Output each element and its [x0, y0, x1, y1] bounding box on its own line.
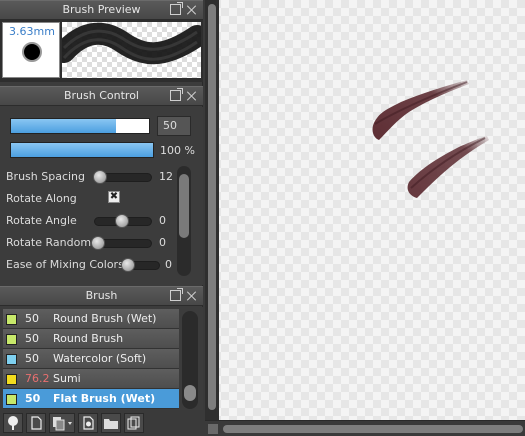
- brush-spacing-slider[interactable]: [93, 170, 152, 184]
- brush-properties-list: Brush Spacing 12 Rotate Along ✖ Rotate A…: [6, 166, 176, 274]
- copy-icon[interactable]: [124, 413, 144, 433]
- rotate-angle-slider[interactable]: [94, 214, 152, 228]
- float-panel-icon[interactable]: [170, 288, 183, 301]
- canvas-horizontal-scrollbar[interactable]: [205, 420, 525, 436]
- brush-spacing-label: Brush Spacing: [6, 170, 86, 183]
- folder-icon[interactable]: [101, 413, 121, 433]
- brush-list-item[interactable]: 50 Round Brush (Wet): [3, 309, 179, 329]
- scrollbar-thumb[interactable]: [208, 4, 216, 410]
- brush-list-item[interactable]: 50 Flat Brush (Wet): [3, 389, 179, 409]
- rotate-random-slider[interactable]: [91, 236, 152, 250]
- brush-name: Round Brush: [53, 332, 124, 345]
- brush-control-body: 50 100 % Brush Spacing 12 Rotate Along ✖…: [0, 107, 203, 285]
- brush-size: 50: [25, 352, 39, 365]
- brush-list: 50 Round Brush (Wet) 50 Round Brush 50 Waterc…: [3, 309, 179, 409]
- rotate-random-value: 0: [159, 236, 166, 249]
- brush-control-titlebar[interactable]: Brush Control: [0, 86, 203, 106]
- brush-size: 50: [25, 332, 39, 345]
- brush-control-title: Brush Control: [63, 89, 139, 102]
- brush-stroke-2: [407, 136, 489, 198]
- rotate-along-label: Rotate Along: [6, 192, 77, 205]
- slider-knob[interactable]: [121, 258, 135, 272]
- brush-name: Round Brush (Wet): [53, 312, 157, 325]
- brush-spacing-value: 12: [159, 170, 173, 183]
- brush-size-value[interactable]: 50: [157, 116, 191, 136]
- rotate-along-checkbox[interactable]: ✖: [108, 191, 120, 203]
- opacity-value: 100 %: [160, 144, 195, 157]
- new-brush-icon[interactable]: [26, 413, 46, 433]
- brush-size-label: 3.63mm: [9, 25, 55, 38]
- brush-preview-titlebar[interactable]: Brush Preview: [0, 0, 203, 20]
- brush-size: 50: [25, 312, 39, 325]
- close-panel-icon[interactable]: [186, 4, 197, 15]
- scrollbar-thumb[interactable]: [184, 385, 196, 401]
- brush-color-swatch: [6, 334, 17, 345]
- panel-column: Brush Preview 3.63mm Brush Control 50 10…: [0, 0, 203, 436]
- canvas-vertical-scrollbar[interactable]: [205, 0, 219, 420]
- brush-list-item[interactable]: 50 Watercolor (Soft): [3, 349, 179, 369]
- slider-knob[interactable]: [115, 214, 129, 228]
- brush-color-swatch: [6, 374, 17, 385]
- property-row: Ease of Mixing Colors 0: [6, 256, 176, 274]
- slider-knob[interactable]: [93, 170, 107, 184]
- rotate-angle-label: Rotate Angle: [6, 214, 77, 227]
- brush-color-swatch: [6, 314, 17, 325]
- slider-knob[interactable]: [91, 236, 105, 250]
- brush-name: Sumi: [53, 372, 81, 385]
- group-menu-icon[interactable]: [49, 413, 75, 433]
- property-row: Rotate Along ✖: [6, 190, 176, 208]
- scroll-left-icon[interactable]: [208, 424, 218, 434]
- brush-preview: 3.63mm: [0, 20, 203, 82]
- brush-size-slider[interactable]: [10, 118, 150, 134]
- brush-titlebar[interactable]: Brush: [0, 286, 203, 306]
- brush-size: 76.2: [25, 372, 50, 385]
- ease-of-mixing-value: 0: [165, 258, 172, 271]
- settings-icon[interactable]: [78, 413, 98, 433]
- property-row: Rotate Angle 0: [6, 212, 176, 230]
- ease-of-mixing-label: Ease of Mixing Colors: [6, 258, 124, 271]
- properties-scrollbar[interactable]: [177, 166, 191, 276]
- brush-size-slider-remaining: [116, 119, 149, 133]
- close-panel-icon[interactable]: [186, 90, 197, 101]
- brush-preview-title: Brush Preview: [62, 3, 141, 16]
- brush-name: Watercolor (Soft): [53, 352, 147, 365]
- scrollbar-thumb[interactable]: [223, 425, 523, 433]
- stroke-preview: [62, 22, 201, 78]
- rotate-angle-value: 0: [159, 214, 166, 227]
- property-row: Rotate Random 0: [6, 234, 176, 252]
- drawing-canvas[interactable]: [205, 0, 525, 420]
- brush-name: Flat Brush (Wet): [53, 392, 156, 405]
- brush-stroke-1: [372, 80, 469, 140]
- brush-color-swatch: [6, 394, 17, 405]
- brush-list-item[interactable]: 76.2 Sumi: [3, 369, 179, 389]
- ease-of-mixing-slider[interactable]: [121, 258, 160, 272]
- brush-color-swatch: [6, 354, 17, 365]
- brush-size-preview: 3.63mm: [2, 22, 60, 78]
- brush-tip-dot: [22, 42, 42, 62]
- close-panel-icon[interactable]: [186, 290, 197, 301]
- brush-list-item[interactable]: 50 Round Brush: [3, 329, 179, 349]
- paint-icon[interactable]: [3, 413, 23, 433]
- brush-panel-title: Brush: [85, 289, 118, 302]
- property-row: Brush Spacing 12: [6, 168, 176, 186]
- brush-list-area: 50 Round Brush (Wet) 50 Round Brush 50 Waterc…: [0, 307, 203, 410]
- canvas-strokes: [372, 80, 489, 198]
- brush-toolbar: [0, 410, 203, 436]
- brush-list-scrollbar[interactable]: [182, 311, 198, 409]
- brush-size: 50: [25, 392, 41, 405]
- float-panel-icon[interactable]: [170, 88, 183, 101]
- scrollbar-thumb[interactable]: [179, 174, 189, 238]
- float-panel-icon[interactable]: [170, 2, 183, 15]
- rotate-random-label: Rotate Random: [6, 236, 92, 249]
- opacity-slider[interactable]: [10, 142, 154, 158]
